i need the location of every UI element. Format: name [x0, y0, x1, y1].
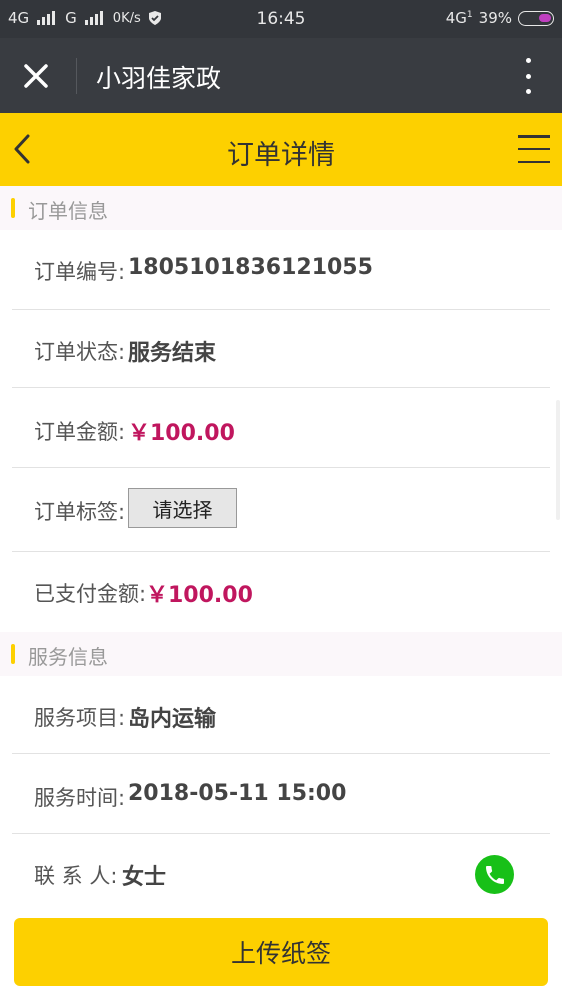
status-right: 4G1 39% — [446, 9, 554, 27]
contact-label: 联 系 人: — [34, 864, 118, 888]
order-number-label: 订单编号: — [34, 260, 126, 284]
section-accent-bar — [11, 644, 15, 664]
section-title: 订单信息 — [28, 199, 108, 223]
network-type-3: 4G1 — [445, 9, 473, 27]
status-bar: 4G G 0K/s 16:45 4G1 39% — [0, 0, 562, 38]
page-header: 订单详情 — [0, 113, 562, 186]
close-icon[interactable] — [16, 56, 56, 96]
service-time-value: 2018-05-11 15:00 — [128, 781, 347, 806]
paid-amount-row: 已支付金额: ￥100.00 — [12, 552, 550, 624]
order-tag-label: 订单标签: — [34, 500, 126, 524]
service-item-label: 服务项目: — [34, 706, 126, 730]
battery-percent: 39% — [478, 9, 512, 27]
app-bar-title: 小羽佳家政 — [96, 64, 222, 93]
order-amount-row: 订单金额: ￥100.00 — [12, 388, 550, 468]
order-amount-value: ￥100.00 — [128, 421, 235, 446]
order-amount-label: 订单金额: — [34, 420, 126, 444]
contact-row: 联 系 人: 女士 — [12, 834, 550, 906]
page-title: 订单详情 — [227, 140, 335, 171]
section-service-info: 服务信息 — [0, 632, 562, 676]
service-item-row: 服务项目: 岛内运输 — [12, 676, 550, 754]
battery-icon — [518, 10, 554, 26]
order-status-value: 服务结束 — [128, 341, 217, 366]
section-title: 服务信息 — [28, 645, 108, 669]
order-number-row: 订单编号: 1805101836121055 — [12, 230, 550, 310]
service-time-row: 服务时间: 2018-05-11 15:00 — [12, 754, 550, 834]
more-vertical-icon[interactable] — [522, 58, 534, 94]
bottom-action-bar: 上传纸签 — [0, 905, 562, 1000]
order-status-row: 订单状态: 服务结束 — [12, 310, 550, 388]
order-status-label: 订单状态: — [34, 340, 126, 364]
app-bar: 小羽佳家政 — [0, 38, 562, 113]
battery-level — [539, 13, 551, 22]
upload-paper-sign-button[interactable]: 上传纸签 — [14, 918, 548, 986]
scrollbar[interactable] — [556, 400, 560, 520]
app-bar-divider — [76, 58, 77, 94]
paid-amount-label: 已支付金额: — [34, 582, 147, 606]
hamburger-menu-icon[interactable] — [518, 135, 550, 163]
order-number-value: 1805101836121055 — [128, 255, 373, 280]
service-item-value: 岛内运输 — [128, 707, 217, 732]
section-order-info: 订单信息 — [0, 186, 562, 230]
order-tag-row: 订单标签: 请选择 — [12, 468, 550, 552]
service-time-label: 服务时间: — [34, 786, 126, 810]
phone-icon[interactable] — [475, 855, 514, 894]
paid-amount-value: ￥100.00 — [146, 583, 253, 608]
section-accent-bar — [11, 198, 15, 218]
order-tag-select[interactable]: 请选择 — [128, 488, 237, 528]
contact-value: 女士 — [122, 865, 167, 890]
